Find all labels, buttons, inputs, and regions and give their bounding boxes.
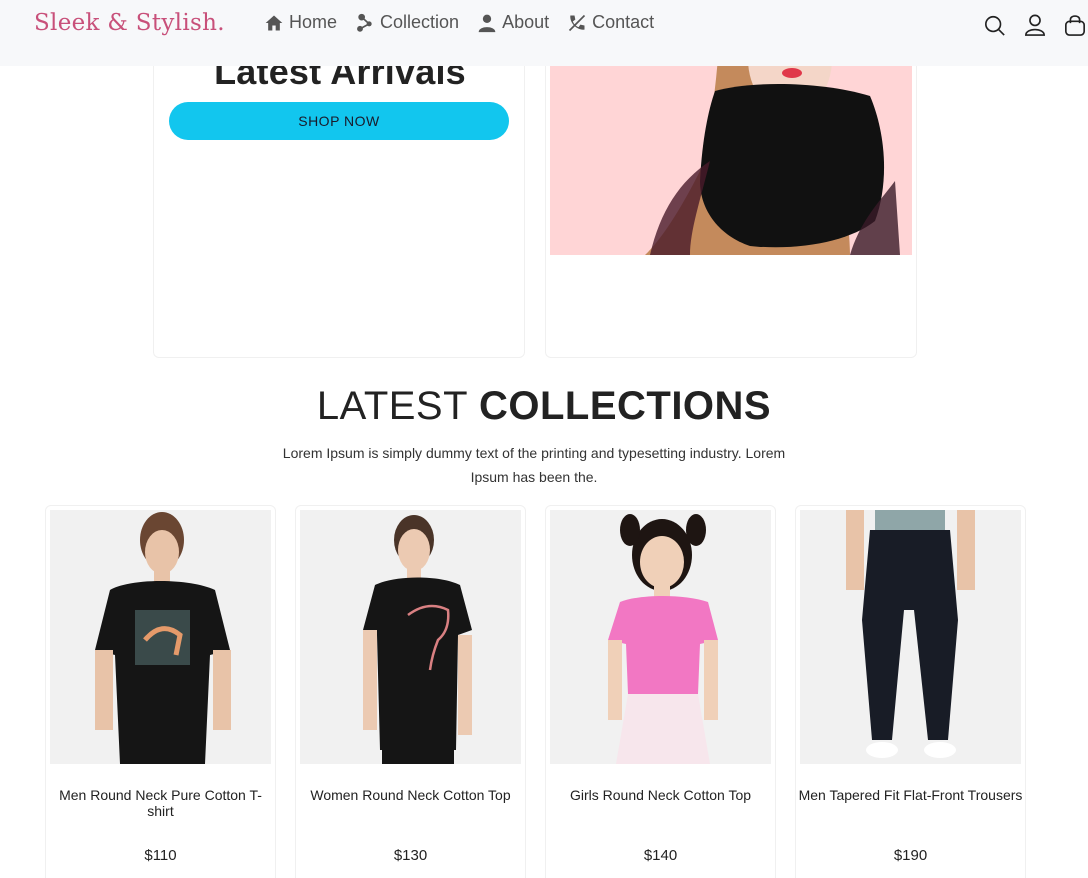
product-price: $110 xyxy=(144,847,177,864)
nav-item-home[interactable]: Home xyxy=(264,12,337,33)
account-icon xyxy=(1025,14,1045,36)
nav-item-collection[interactable]: Collection xyxy=(355,12,459,33)
user-icon xyxy=(478,14,496,32)
collections-title-bold: COLLECTIONS xyxy=(478,384,772,428)
product-illustration-tshirt-men xyxy=(50,510,271,764)
product-price: $190 xyxy=(893,847,928,864)
account-button[interactable] xyxy=(1024,12,1046,38)
phone-icon xyxy=(569,14,586,31)
collections-title: LATEST COLLECTIONS xyxy=(0,384,1088,429)
nav-item-about[interactable]: About xyxy=(477,12,549,33)
product-card[interactable]: Men Round Neck Pure Cotton T-shirt $110 xyxy=(45,505,276,878)
nav-label-collection: Collection xyxy=(380,12,460,32)
product-name[interactable]: Girls Round Neck Cotton Top xyxy=(546,787,775,803)
product-illustration-trousers-men xyxy=(800,510,1021,764)
collections-description: Lorem Ipsum is simply dummy text of the … xyxy=(282,445,786,485)
shop-now-button[interactable]: SHOP NOW xyxy=(169,102,509,140)
product-name[interactable]: Women Round Neck Cotton Top xyxy=(296,787,525,803)
collections-title-light: LATEST xyxy=(316,384,468,428)
bag-icon xyxy=(1065,15,1085,36)
site-header: Sleek & Stylish. Home Collection About C… xyxy=(0,0,1088,66)
product-card[interactable]: Men Tapered Fit Flat-Front Trousers $190 xyxy=(795,505,1026,878)
product-price: $140 xyxy=(643,847,678,864)
product-image[interactable] xyxy=(800,510,1021,764)
search-button[interactable] xyxy=(984,12,1006,38)
home-icon xyxy=(265,15,283,30)
nav-item-contact[interactable]: Contact xyxy=(567,12,654,33)
header-actions xyxy=(984,12,1088,38)
product-image[interactable] xyxy=(300,510,521,764)
main-nav: Home Collection About Contact xyxy=(264,12,654,33)
search-icon xyxy=(985,15,1005,36)
product-card[interactable]: Girls Round Neck Cotton Top $140 xyxy=(545,505,776,878)
hero-text-card: Latest Arrivals SHOP NOW xyxy=(153,20,525,358)
product-image[interactable] xyxy=(550,510,771,764)
nav-label-home: Home xyxy=(289,12,338,32)
nav-label-contact: Contact xyxy=(592,12,655,32)
hero-image-card xyxy=(545,20,917,358)
product-name[interactable]: Men Round Neck Pure Cotton T-shirt xyxy=(46,787,275,819)
product-image[interactable] xyxy=(50,510,271,764)
product-illustration-top-girls xyxy=(550,510,771,764)
product-name[interactable]: Men Tapered Fit Flat-Front Trousers xyxy=(796,787,1025,803)
site-logo[interactable]: Sleek & Stylish. xyxy=(34,10,225,36)
product-card[interactable]: Women Round Neck Cotton Top $130 xyxy=(295,505,526,878)
cart-button[interactable] xyxy=(1064,12,1086,38)
nav-label-about: About xyxy=(502,12,550,32)
share-icon xyxy=(357,13,372,32)
product-price: $130 xyxy=(393,847,428,864)
product-illustration-top-women xyxy=(300,510,521,764)
